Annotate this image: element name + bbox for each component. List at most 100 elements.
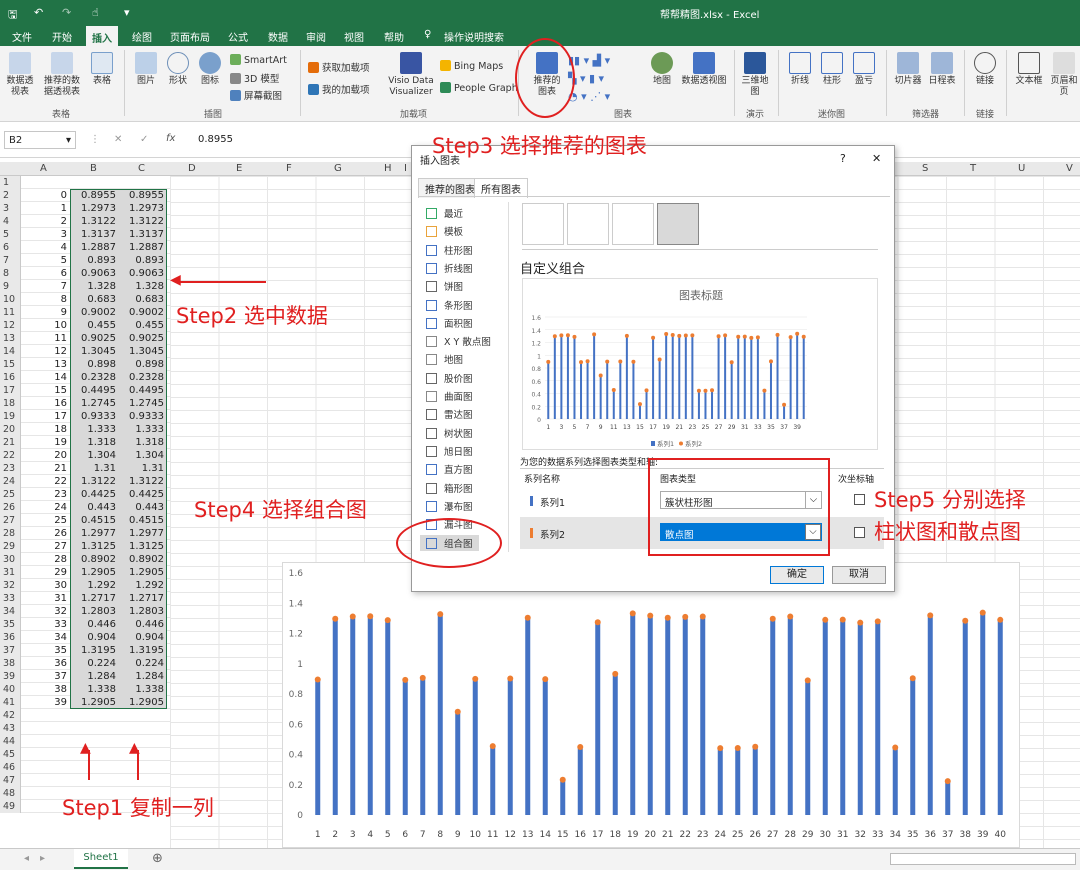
- col-header-v[interactable]: V: [1066, 163, 1073, 174]
- cell-b[interactable]: 1.2905: [70, 696, 118, 709]
- cell-a[interactable]: 3: [22, 228, 69, 241]
- cell-b[interactable]: 1.304: [70, 449, 118, 462]
- cell-c[interactable]: 0.683: [118, 293, 166, 306]
- pivotchart-button[interactable]: 数据透视图: [680, 52, 728, 87]
- sparkline-line-button[interactable]: 折线: [786, 52, 814, 87]
- cell-a[interactable]: 23: [22, 488, 69, 501]
- cell-c[interactable]: 0.893: [118, 254, 166, 267]
- cell-a[interactable]: 36: [22, 657, 69, 670]
- row-number[interactable]: 16: [0, 371, 21, 384]
- series2-secondary-checkbox[interactable]: [854, 527, 865, 538]
- col-header-g[interactable]: G: [334, 163, 342, 174]
- 3d-map-button[interactable]: 三维地图: [740, 52, 770, 98]
- tab-recommended-charts[interactable]: 推荐的图表: [418, 178, 482, 198]
- cell-c[interactable]: 1.318: [118, 436, 166, 449]
- cancel-button[interactable]: 取消: [832, 566, 886, 584]
- row-number[interactable]: 35: [0, 618, 21, 631]
- cell-c[interactable]: 1.3195: [118, 644, 166, 657]
- cell-b[interactable]: 0.683: [70, 293, 118, 306]
- cell-c[interactable]: 0.446: [118, 618, 166, 631]
- my-addins-button[interactable]: 我的加载项: [308, 82, 370, 96]
- ok-button[interactable]: 确定: [770, 566, 824, 584]
- chart-type-item[interactable]: 股价图: [426, 371, 473, 385]
- help-icon[interactable]: ?: [840, 152, 846, 165]
- undo-icon[interactable]: ↶: [34, 6, 43, 19]
- cell-b[interactable]: 0.443: [70, 501, 118, 514]
- cell-b[interactable]: 0.898: [70, 358, 118, 371]
- row-number[interactable]: 1: [0, 176, 21, 189]
- insert-function-icon[interactable]: fx: [166, 133, 175, 144]
- cell-a[interactable]: 16: [22, 397, 69, 410]
- cell-b[interactable]: 1.3045: [70, 345, 118, 358]
- row-number[interactable]: 3: [0, 202, 21, 215]
- cell-b[interactable]: 0.8902: [70, 553, 118, 566]
- row-number[interactable]: 10: [0, 293, 21, 306]
- row-number[interactable]: 18: [0, 397, 21, 410]
- chart-type-item[interactable]: 面积图: [426, 316, 473, 330]
- area-column-icon[interactable]: [612, 203, 654, 245]
- chart-type-item[interactable]: 柱形图: [426, 243, 473, 257]
- cell-a[interactable]: 26: [22, 527, 69, 540]
- row-number[interactable]: 23: [0, 462, 21, 475]
- row-number[interactable]: 6: [0, 241, 21, 254]
- row-number[interactable]: 25: [0, 488, 21, 501]
- cell-a[interactable]: 20: [22, 449, 69, 462]
- cell-a[interactable]: 25: [22, 514, 69, 527]
- row-number[interactable]: 8: [0, 267, 21, 280]
- row-number[interactable]: 46: [0, 761, 21, 774]
- cell-a[interactable]: 33: [22, 618, 69, 631]
- cell-a[interactable]: 19: [22, 436, 69, 449]
- customize-qat-icon[interactable]: ▾: [124, 6, 130, 19]
- cell-c[interactable]: 1.3125: [118, 540, 166, 553]
- row-number[interactable]: 9: [0, 280, 21, 293]
- chart-type-item[interactable]: 瀑布图: [426, 499, 473, 513]
- cell-a[interactable]: 13: [22, 358, 69, 371]
- row-number[interactable]: 38: [0, 657, 21, 670]
- 3d-model-button[interactable]: 3D 模型: [230, 71, 279, 85]
- enter-icon[interactable]: ✓: [140, 134, 148, 145]
- cell-c[interactable]: 1.2745: [118, 397, 166, 410]
- cell-c[interactable]: 1.31: [118, 462, 166, 475]
- cell-a[interactable]: 9: [22, 306, 69, 319]
- cell-a[interactable]: 6: [22, 267, 69, 280]
- row-number[interactable]: 40: [0, 683, 21, 696]
- header-footer-button[interactable]: 页眉和页: [1048, 52, 1080, 98]
- row-number[interactable]: 21: [0, 436, 21, 449]
- cell-c[interactable]: 1.2905: [118, 566, 166, 579]
- sheet-tab-sheet1[interactable]: Sheet1: [74, 849, 128, 869]
- cell-b[interactable]: 1.284: [70, 670, 118, 683]
- row-number[interactable]: 15: [0, 358, 21, 371]
- row-number[interactable]: 43: [0, 722, 21, 735]
- row-number[interactable]: 26: [0, 501, 21, 514]
- col-header-h[interactable]: H: [384, 163, 392, 174]
- close-icon[interactable]: ✕: [872, 152, 881, 165]
- cell-c[interactable]: 0.904: [118, 631, 166, 644]
- cell-a[interactable]: 30: [22, 579, 69, 592]
- tab-data[interactable]: 数据: [268, 29, 288, 44]
- cell-b[interactable]: 1.3195: [70, 644, 118, 657]
- cell-a[interactable]: 1: [22, 202, 69, 215]
- cell-c[interactable]: 0.4425: [118, 488, 166, 501]
- col-header-e[interactable]: E: [236, 163, 242, 174]
- screenshot-button[interactable]: 屏幕截图: [230, 88, 282, 102]
- cell-a[interactable]: 11: [22, 332, 69, 345]
- cell-b[interactable]: 0.446: [70, 618, 118, 631]
- chart-type-item[interactable]: 雷达图: [426, 407, 473, 421]
- cell-a[interactable]: 17: [22, 410, 69, 423]
- name-box[interactable]: B2 ▾: [4, 131, 76, 149]
- cell-a[interactable]: 4: [22, 241, 69, 254]
- cell-a[interactable]: 15: [22, 384, 69, 397]
- cell-c[interactable]: 1.2977: [118, 527, 166, 540]
- cell-b[interactable]: 0.4515: [70, 514, 118, 527]
- row-number[interactable]: 4: [0, 215, 21, 228]
- cell-b[interactable]: 1.318: [70, 436, 118, 449]
- cell-a[interactable]: 21: [22, 462, 69, 475]
- cell-b[interactable]: 0.9063: [70, 267, 118, 280]
- pie-chart-dropdown[interactable]: ◔ ▾ ⋰ ▾: [568, 90, 610, 103]
- slicer-button[interactable]: 切片器: [892, 52, 924, 87]
- row-number[interactable]: 41: [0, 696, 21, 709]
- textbox-button[interactable]: 文本框: [1012, 52, 1046, 87]
- tell-me-search[interactable]: 操作说明搜索: [444, 29, 504, 44]
- cell-a[interactable]: 34: [22, 631, 69, 644]
- cancel-entry-icon[interactable]: ✕: [114, 134, 122, 145]
